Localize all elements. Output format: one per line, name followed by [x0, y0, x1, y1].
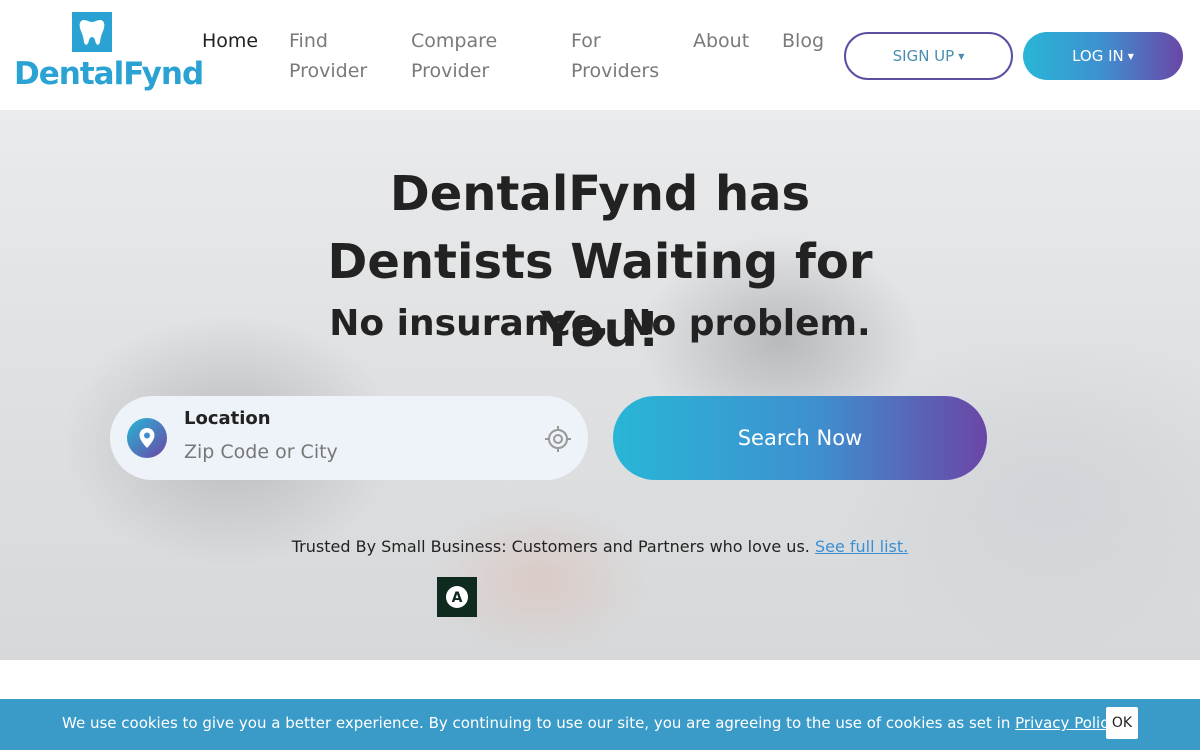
- caret-down-icon: ▼: [958, 51, 965, 61]
- hero-subtitle: No insurance, No problem.: [329, 303, 871, 344]
- login-label: LOG IN: [1072, 47, 1124, 65]
- see-full-list-link[interactable]: See full list.: [815, 537, 908, 556]
- location-search-box[interactable]: Location: [110, 396, 588, 480]
- nav-find-provider[interactable]: Find Provider: [289, 26, 389, 86]
- partner-logo[interactable]: A: [437, 577, 477, 617]
- svg-text:A: A: [452, 590, 463, 606]
- login-button[interactable]: LOG IN ▼: [1023, 32, 1183, 80]
- location-input[interactable]: [184, 436, 524, 468]
- nav-compare-provider[interactable]: Compare Provider: [411, 26, 521, 86]
- tooth-icon: [72, 12, 112, 52]
- nav-for-providers[interactable]: For Providers: [571, 26, 681, 86]
- cookie-banner: We use cookies to give you a better expe…: [0, 699, 1200, 750]
- nav-home[interactable]: Home: [202, 26, 258, 56]
- brand-name: DentalFynd: [14, 56, 204, 92]
- locate-me-icon[interactable]: [543, 424, 573, 454]
- nav-blog[interactable]: Blog: [782, 26, 824, 56]
- nav-about[interactable]: About: [693, 26, 749, 56]
- signup-label: SIGN UP: [892, 47, 955, 65]
- partner-a-icon: A: [446, 586, 468, 608]
- trusted-by-line: Trusted By Small Business: Customers and…: [0, 537, 1200, 556]
- cookie-ok-button[interactable]: OK: [1106, 707, 1138, 739]
- cookie-message: We use cookies to give you a better expe…: [62, 714, 1117, 732]
- brand-logo[interactable]: DentalFynd: [12, 12, 204, 102]
- cookie-text: We use cookies to give you a better expe…: [62, 714, 1011, 732]
- site-header: DentalFynd Home Find Provider Compare Pr…: [0, 0, 1200, 110]
- location-label: Location: [184, 408, 271, 429]
- hero-section: DentalFynd has Dentists Waiting for You!…: [0, 110, 1200, 660]
- map-pin-icon: [127, 418, 167, 458]
- trusted-text: Trusted By Small Business: Customers and…: [291, 537, 810, 556]
- privacy-policy-link[interactable]: Privacy Policy: [1015, 714, 1117, 732]
- caret-down-icon: ▼: [1127, 51, 1134, 61]
- signup-button[interactable]: SIGN UP ▼: [844, 32, 1013, 80]
- search-now-button[interactable]: Search Now: [613, 396, 987, 480]
